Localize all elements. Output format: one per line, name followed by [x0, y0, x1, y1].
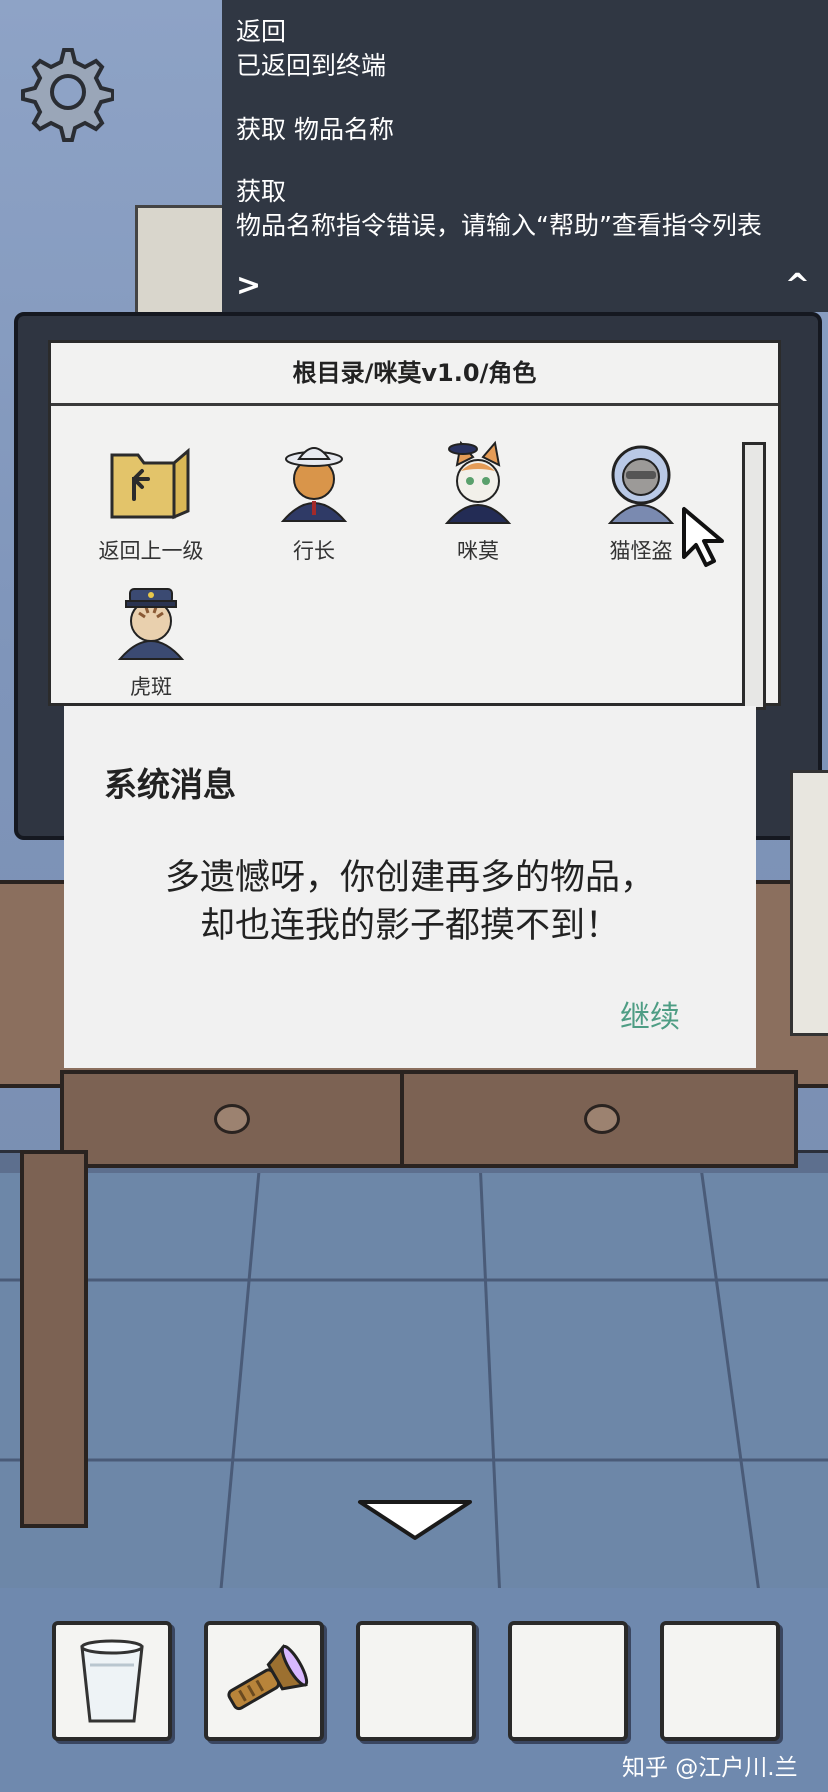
folder-up-icon — [110, 447, 190, 520]
mouse-cursor-icon — [682, 507, 724, 567]
desk-drawer-right — [400, 1070, 798, 1168]
flashlight-icon — [227, 1644, 309, 1711]
command-prompt[interactable]: > — [236, 268, 261, 303]
item-label: 返回上一级 — [98, 539, 204, 563]
inventory-slot-2[interactable] — [204, 1621, 324, 1741]
drawer-knob — [584, 1104, 620, 1134]
drawer-knob — [214, 1104, 250, 1134]
console-line: 物品名称指令错误，请输入“帮助”查看指令列表 — [236, 211, 762, 240]
dialog-title: 系统消息 — [104, 765, 236, 804]
inventory-slot-4[interactable] — [508, 1621, 628, 1741]
continue-button[interactable]: 继续 — [620, 992, 680, 1036]
console-line: 获取 物品名称 — [236, 115, 394, 144]
item-back-to-parent[interactable]: 返回上一级 — [81, 435, 221, 565]
cat-phantom-thief-icon — [607, 445, 675, 524]
dialog-message-line: 多遗憾呀，你创建再多的物品， — [164, 858, 655, 898]
paper-stack — [790, 770, 828, 1036]
cat-banker-icon — [280, 447, 348, 522]
console-line: 获取 — [236, 177, 287, 206]
system-message-dialog: 系统消息 多遗憾呀，你创建再多的物品， 却也连我的影子都摸不到！ 继续 — [64, 706, 756, 1068]
cat-mimo-icon — [444, 440, 512, 524]
terminal-console: 返回 已返回到终端 获取 物品名称 获取 物品名称指令错误，请输入“帮助”查看指… — [222, 0, 828, 312]
console-line: 已返回到终端 — [236, 51, 387, 80]
paper-cup-icon — [80, 1639, 144, 1723]
window-title: 根目录/咪莫v1.0/角色 — [51, 343, 778, 406]
dialog-message: 多遗憾呀，你创建再多的物品， 却也连我的影子都摸不到！ — [64, 854, 756, 950]
navigate-down-arrow-icon[interactable] — [356, 1498, 474, 1542]
item-label: 咪莫 — [457, 539, 499, 563]
inventory-slot-5[interactable] — [660, 1621, 780, 1741]
inventory-slot-1[interactable] — [52, 1621, 172, 1741]
console-line: 返回 — [236, 17, 287, 46]
item-banker[interactable]: 行长 — [244, 435, 384, 565]
inventory-slot-3[interactable] — [356, 1621, 476, 1741]
settings-gear-icon[interactable] — [14, 42, 114, 142]
item-label: 虎斑 — [130, 675, 172, 699]
desk-leg — [20, 1150, 88, 1528]
desk-drawer-left — [60, 1070, 408, 1168]
dialog-message-line: 却也连我的影子都摸不到！ — [199, 906, 620, 946]
console-collapse-button[interactable]: ^ — [785, 268, 810, 303]
item-mimo[interactable]: 咪莫 — [408, 435, 548, 565]
item-tabby[interactable]: 虎斑 — [81, 571, 221, 701]
item-label: 行长 — [293, 539, 335, 563]
file-browser-window: 根目录/咪莫v1.0/角色 返回上一级 行长 咪莫 猫怪盗 虎斑 — [48, 340, 781, 706]
window-scrollbar[interactable] — [742, 442, 766, 710]
watermark: 知乎 @江户川.兰 — [622, 1755, 798, 1781]
cat-tabby-officer-icon — [117, 588, 185, 660]
